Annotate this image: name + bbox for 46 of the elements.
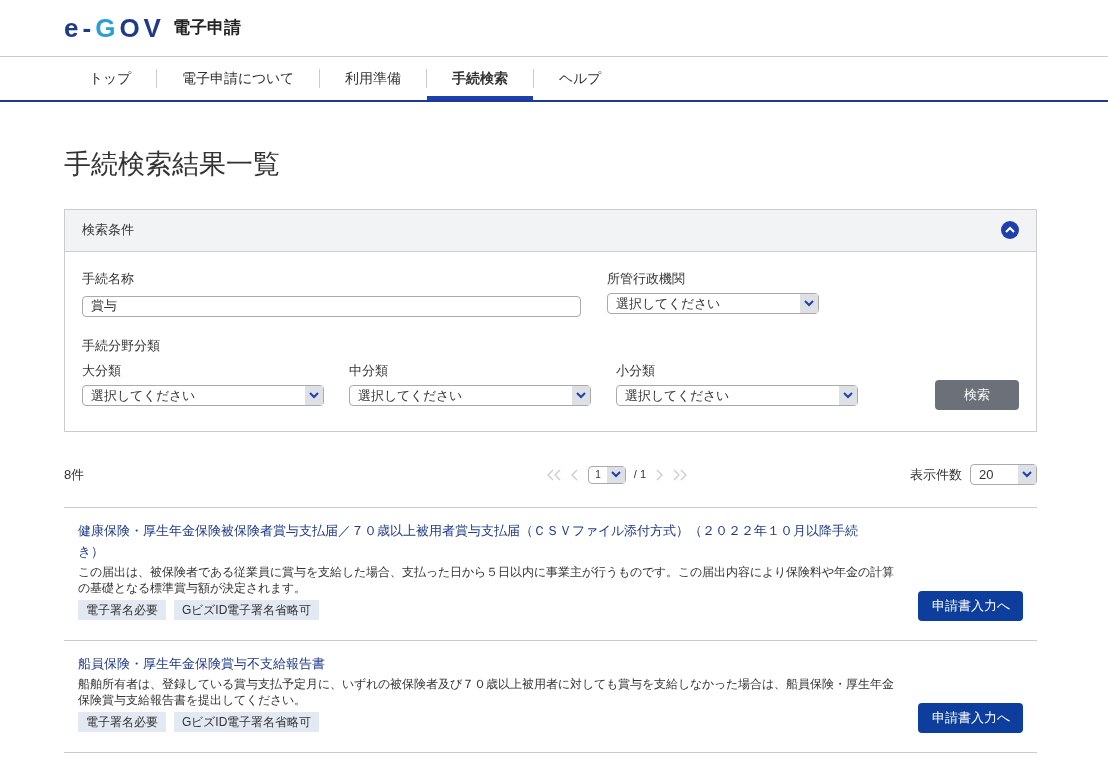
category-select[interactable]: 選択してください: [349, 385, 591, 406]
caret-icon: [804, 300, 814, 307]
tag: 電子署名必要: [78, 600, 166, 620]
procedure-description: この届出は、被保険者である従業員に賞与を支給した場合、支払った日から５日以内に事業主が行うものです。この届出内容により保険料や年金の計算の基礎となる標準賞与額が決定されます。: [78, 564, 894, 596]
tag: GビズID電子署名省略可: [174, 600, 320, 620]
field-label: 中分類: [349, 361, 389, 380]
apply-form-button[interactable]: 申請書入力へ: [918, 591, 1023, 621]
field-label: 手続名称: [82, 269, 135, 288]
page-title: 手続検索結果一覧: [64, 148, 281, 181]
first-page-icon[interactable]: [546, 468, 563, 481]
logo[interactable]: e-G OV: [64, 8, 165, 48]
collapse-toggle-icon[interactable]: [1001, 221, 1019, 239]
field-label: 手続分野分類: [82, 337, 161, 355]
apply-form-button[interactable]: 申請書入力へ: [918, 703, 1023, 733]
field-label: 小分類: [616, 361, 656, 380]
panel-title: 検索条件: [82, 221, 134, 240]
field-label: 大分類: [82, 361, 122, 380]
nav-tab[interactable]: 手続検索: [427, 57, 533, 100]
page-total: / 1: [633, 467, 646, 483]
caret-icon: [843, 392, 853, 399]
per-page-label: 表示件数: [910, 465, 962, 484]
agency-select[interactable]: 選択してください: [607, 293, 819, 314]
nav-tab[interactable]: 電子申請について: [157, 57, 319, 100]
page-select[interactable]: 1: [588, 465, 626, 484]
field-label: 所管行政機関: [607, 269, 686, 288]
tag: GビズID電子署名省略可: [174, 712, 320, 732]
caret-icon: [309, 392, 319, 399]
nav-tab[interactable]: 利用準備: [320, 57, 426, 100]
category-select[interactable]: 選択してください: [616, 385, 858, 406]
procedure-description: 船舶所有者は、登録している賞与支払予定月に、いずれの被保険者及び７０歳以上被用者に対しても賞与を支給しなかった場合は、船員保険・厚生年金保険賞与支給報告書を提出してください。: [78, 676, 894, 708]
procedure-title-link[interactable]: 健康保険・厚生年金保険被保険者賞与支払届／７０歳以上被用者賞与支払届（ＣＳＶファイル添付方式）（２０２２年１０月以降手続き）: [78, 520, 868, 562]
tag: 電子署名必要: [78, 712, 166, 732]
category-select[interactable]: 選択してください: [82, 385, 324, 406]
name-input-field[interactable]: 賞与: [82, 295, 581, 317]
result-count: 8件: [64, 465, 85, 484]
nav-tab[interactable]: トップ: [64, 57, 156, 100]
nav-tab[interactable]: ヘルプ: [534, 57, 626, 100]
per-page-select[interactable]: 20: [970, 464, 1037, 485]
search-button[interactable]: 検索: [935, 380, 1019, 410]
logo-subtitle: 電子申請: [172, 17, 241, 40]
caret-icon: [576, 392, 586, 399]
procedure-title-link[interactable]: 船員保険・厚生年金保険賞与不支給報告書: [78, 653, 868, 674]
caret-icon: [610, 471, 621, 478]
last-page-icon[interactable]: [672, 468, 688, 481]
caret-icon: [1022, 471, 1032, 478]
next-page-icon[interactable]: [654, 468, 664, 481]
